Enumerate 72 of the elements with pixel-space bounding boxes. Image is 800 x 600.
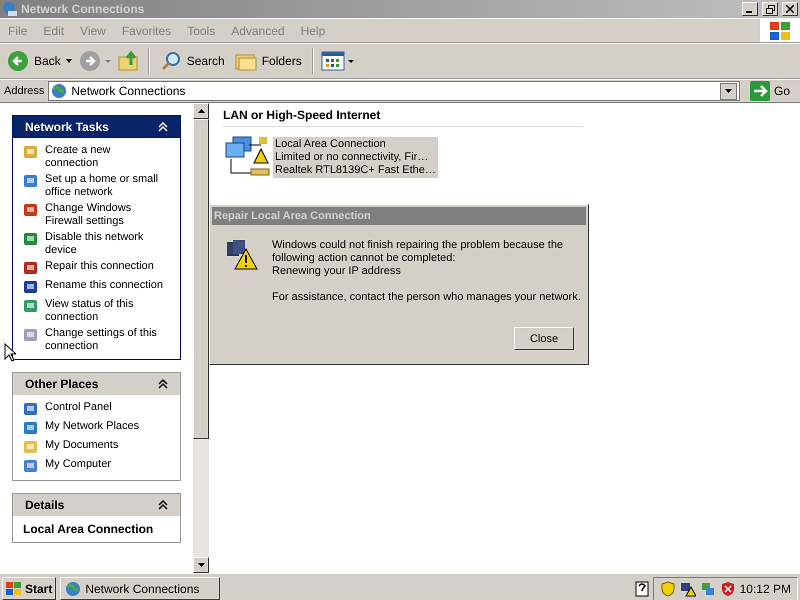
- task-icon: [23, 327, 39, 343]
- task-icon: [23, 458, 39, 474]
- taskbar-window-button[interactable]: Network Connections: [60, 577, 220, 600]
- clock: 10:12 PM: [740, 582, 791, 596]
- task-icon: [23, 420, 39, 436]
- task-link[interactable]: Change settings of this connection: [45, 327, 164, 353]
- flag-logo-icon: [6, 582, 22, 596]
- close-dialog-button[interactable]: Close: [514, 327, 574, 350]
- task-icon: [23, 202, 39, 218]
- scrollbar-thumb[interactable]: [193, 119, 209, 439]
- window-title: Network Connections: [21, 2, 146, 16]
- caret-icon: [724, 89, 732, 93]
- scroll-up-button[interactable]: [193, 103, 209, 119]
- flag-logo-icon: [769, 20, 791, 40]
- dialog-title: Repair Local Area Connection: [212, 207, 586, 225]
- views-icon[interactable]: [320, 50, 355, 72]
- task-icon: [23, 173, 39, 189]
- shield-icon[interactable]: [720, 580, 736, 596]
- collapse-icon[interactable]: [156, 120, 170, 134]
- network-icon: [2, 1, 18, 17]
- connection-name[interactable]: Local Area Connection: [275, 138, 436, 150]
- shield-icon[interactable]: [660, 580, 676, 596]
- details-title: Local Area Connection: [23, 522, 154, 536]
- network-warning-icon[interactable]: [680, 580, 696, 596]
- task-link[interactable]: Create a new connection: [45, 144, 164, 170]
- assistance-note: For assistance, contact the person who manages your network.: [272, 291, 581, 303]
- close-button[interactable]: [782, 2, 798, 16]
- search-button[interactable]: Search: [156, 48, 228, 74]
- network-icon: [51, 83, 68, 99]
- task-link[interactable]: My Network Places: [45, 420, 164, 433]
- panel-title[interactable]: Details: [25, 498, 64, 512]
- search-icon: [160, 50, 182, 72]
- caret-icon: [198, 563, 204, 567]
- scroll-down-button[interactable]: [193, 557, 209, 573]
- dropdown-button[interactable]: [720, 82, 737, 100]
- caret-icon: [198, 109, 204, 113]
- restore-icon: [766, 4, 774, 14]
- address-field[interactable]: Network Connections: [48, 81, 740, 101]
- caret-icon: [66, 59, 72, 63]
- task-icon: [23, 231, 39, 247]
- task-link[interactable]: My Computer: [45, 458, 164, 471]
- back-button[interactable]: Back: [4, 48, 75, 74]
- group-heading: LAN or High-Speed Internet: [223, 105, 583, 127]
- error-message: Windows could not finish repairing the problem because the following action cannot be completed: Renewing your IP address: [272, 239, 564, 278]
- collapse-icon[interactable]: [156, 377, 170, 391]
- task-link[interactable]: Disable this network device: [45, 231, 164, 257]
- task-link[interactable]: Repair this connection: [45, 260, 164, 273]
- task-link[interactable]: My Documents: [45, 439, 164, 452]
- restore-button[interactable]: [762, 2, 778, 16]
- collapse-icon[interactable]: [156, 498, 170, 512]
- task-icon: [23, 260, 39, 276]
- start-button[interactable]: Start: [2, 577, 56, 600]
- task-icon: [23, 298, 39, 314]
- connection-status: Limited or no connectivity, Fir…: [275, 150, 430, 164]
- folders-button[interactable]: Folders: [232, 49, 305, 73]
- task-icon: [23, 279, 39, 295]
- task-icon: [23, 401, 39, 417]
- close-icon: [786, 5, 794, 13]
- forward-arrow-icon[interactable]: [78, 50, 113, 72]
- minimize-button[interactable]: [742, 2, 758, 16]
- address-label: Address: [4, 85, 44, 97]
- task-icon: [23, 439, 39, 455]
- network-icon: [65, 580, 82, 596]
- task-link[interactable]: Control Panel: [45, 401, 164, 414]
- task-link[interactable]: Rename this connection: [45, 279, 164, 292]
- task-icon: [23, 144, 39, 160]
- task-link[interactable]: Set up a home or small office network: [45, 173, 164, 199]
- help-icon[interactable]: [634, 580, 649, 596]
- connection-device: Realtek RTL8139C+ Fast Ethe…: [275, 164, 436, 176]
- go-button[interactable]: Go: [744, 80, 796, 102]
- task-link[interactable]: Change Windows Firewall settings: [45, 202, 164, 228]
- task-link[interactable]: View status of this connection: [45, 298, 164, 324]
